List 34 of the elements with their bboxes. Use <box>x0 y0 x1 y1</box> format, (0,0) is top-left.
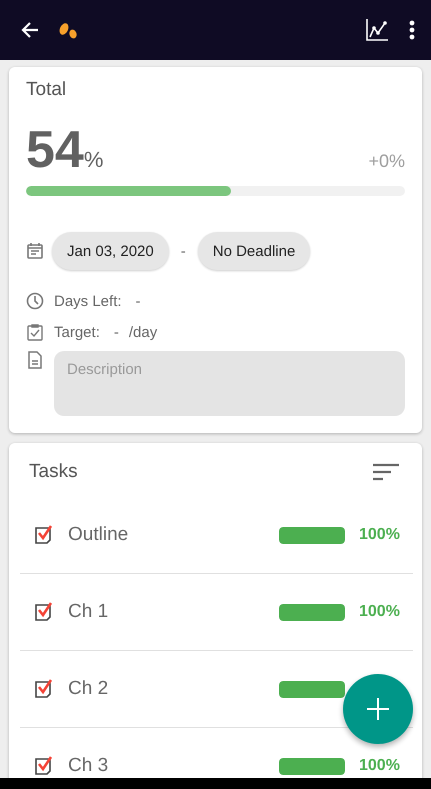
card-title: Tasks <box>29 461 78 483</box>
description-field[interactable]: Description <box>54 351 405 416</box>
card-title: Total <box>26 79 68 101</box>
task-percent: 100% <box>359 526 401 544</box>
change-value: +0% <box>368 151 405 172</box>
clock-icon <box>26 292 44 310</box>
checkbox-icon[interactable] <box>34 525 54 545</box>
target-label: Target: <box>54 324 100 340</box>
clipboard-check-icon <box>26 323 44 341</box>
chart-button[interactable] <box>363 16 391 44</box>
percent-value: 54 <box>26 120 84 180</box>
end-date-chip[interactable]: No Deadline <box>198 232 310 270</box>
task-percent: 100% <box>359 603 401 621</box>
checkbox-icon[interactable] <box>34 679 54 699</box>
task-name[interactable]: Ch 2 <box>68 678 265 700</box>
checkbox-icon[interactable] <box>34 602 54 622</box>
days-left-value: - <box>136 292 141 310</box>
target-unit: /day <box>128 324 158 340</box>
date-separator: - <box>180 242 186 260</box>
sort-button[interactable] <box>371 461 401 483</box>
task-name[interactable]: Outline <box>68 524 265 546</box>
app-logo-icon <box>58 21 78 39</box>
target-value: - <box>114 324 119 340</box>
more-menu-button[interactable] <box>407 18 417 42</box>
days-left-label: Days Left: <box>54 292 122 310</box>
task-name[interactable]: Ch 3 <box>68 755 265 777</box>
task-name[interactable]: Ch 1 <box>68 601 265 623</box>
percent-sign: % <box>84 147 104 173</box>
start-date-chip[interactable]: Jan 03, 2020 <box>52 232 169 270</box>
document-icon <box>26 351 44 369</box>
plus-icon <box>367 698 389 720</box>
checkbox-icon[interactable] <box>34 756 54 776</box>
task-percent: 100% <box>359 757 401 775</box>
calendar-icon <box>26 242 44 260</box>
